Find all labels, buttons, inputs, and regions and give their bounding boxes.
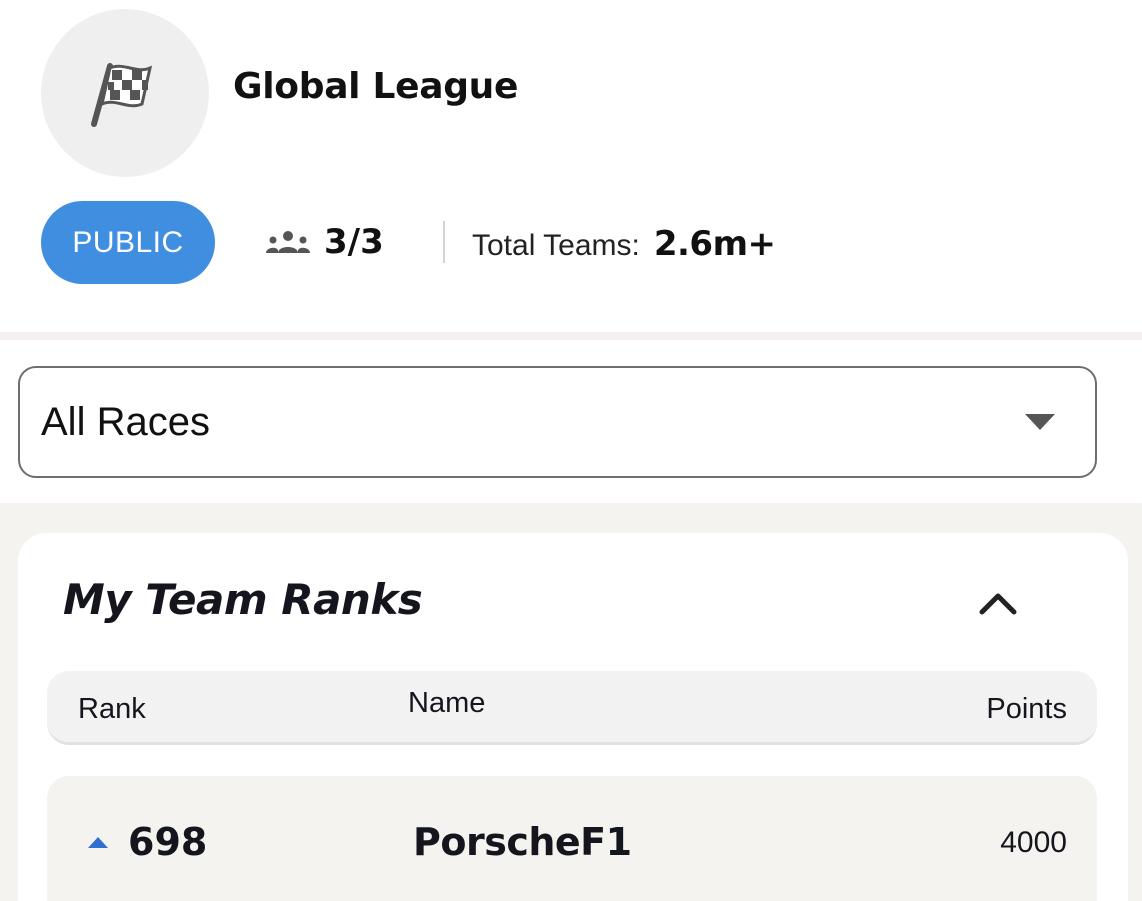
ranks-table-header: Rank Name Points xyxy=(47,671,1097,745)
members-icon xyxy=(266,231,310,253)
team-points: 4000 xyxy=(1000,826,1067,859)
column-header-points: Points xyxy=(986,693,1067,725)
members-info: 3/3 xyxy=(264,222,384,262)
dropdown-caret-icon xyxy=(1025,414,1055,430)
section-separator xyxy=(0,332,1142,340)
total-teams-value: 2.6m+ xyxy=(653,224,776,264)
total-teams: Total Teams: 2.6m+ xyxy=(472,224,776,264)
league-avatar xyxy=(41,9,209,177)
league-header: Global League PUBLIC 3/3 Total Teams: 2.… xyxy=(0,0,1142,332)
rank-value: 698 xyxy=(128,820,208,864)
collapse-button[interactable] xyxy=(976,581,1020,625)
my-team-ranks-card: My Team Ranks Rank Name Points 698 Porsc… xyxy=(18,533,1128,901)
visibility-badge: PUBLIC xyxy=(41,201,215,284)
table-row[interactable]: 698 PorscheF1 4000 xyxy=(47,776,1097,901)
column-header-rank: Rank xyxy=(78,693,146,725)
race-filter-value: All Races xyxy=(41,399,210,444)
chevron-up-icon xyxy=(979,593,1017,615)
race-filter-select[interactable]: All Races xyxy=(18,366,1097,478)
league-name: Global League xyxy=(233,66,519,107)
total-teams-label: Total Teams: xyxy=(472,229,640,262)
team-name: PorscheF1 xyxy=(413,820,632,864)
rank-up-arrow-icon xyxy=(88,837,108,848)
checkered-flag-icon xyxy=(91,63,153,127)
league-page: Global League PUBLIC 3/3 Total Teams: 2.… xyxy=(0,0,1142,901)
filter-area: All Races xyxy=(0,340,1142,503)
ranks-title: My Team Ranks xyxy=(63,575,423,624)
column-header-name: Name xyxy=(408,687,486,719)
members-count: 3/3 xyxy=(324,222,384,262)
header-divider xyxy=(443,221,445,263)
